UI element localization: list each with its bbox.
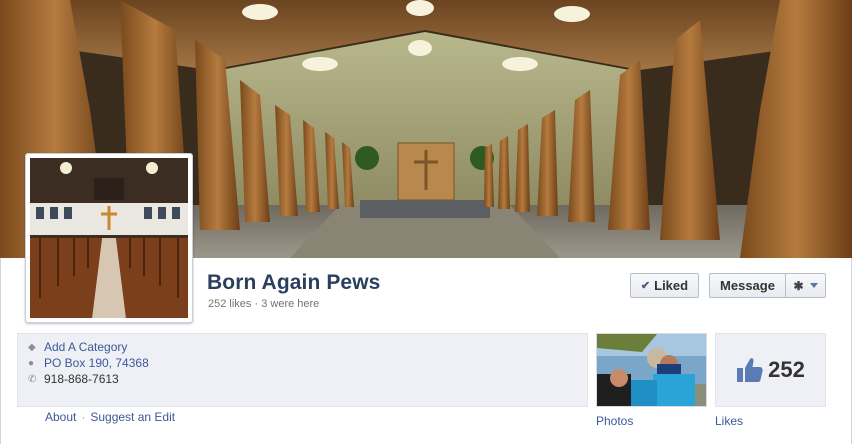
about-links: About · Suggest an Edit: [45, 410, 175, 424]
photos-thumbnail[interactable]: [596, 333, 707, 407]
photos-link[interactable]: Photos: [596, 414, 633, 428]
check-icon: ✔: [640, 280, 651, 292]
page-stats: 252 likes · 3 were here: [208, 298, 319, 310]
settings-dropdown-button[interactable]: ✱: [785, 273, 826, 298]
profile-picture[interactable]: [25, 153, 193, 323]
caret-down-icon: [809, 283, 818, 288]
message-button-label: Message: [720, 278, 775, 293]
likes-count-text: 252 likes: [208, 298, 252, 310]
likes-box[interactable]: 252: [715, 333, 826, 407]
checkins-text: 3 were here: [261, 298, 320, 310]
tag-icon: ◆: [28, 341, 36, 353]
phone-icon: ✆: [28, 373, 37, 385]
message-button[interactable]: Message: [709, 273, 785, 298]
likes-count: 252: [768, 357, 805, 382]
page-info-panel: ◆ Add A Category ● PO Box 190, 74368 ✆ 9…: [17, 333, 588, 407]
page-title: Born Again Pews: [207, 271, 381, 294]
map-pin-icon: ●: [28, 357, 35, 369]
about-link[interactable]: About: [45, 410, 76, 424]
phone-row: ✆ 918-868-7613: [28, 372, 119, 386]
about-separator: ·: [81, 410, 86, 424]
likes-link[interactable]: Likes: [715, 414, 743, 428]
address-link[interactable]: PO Box 190, 74368: [44, 356, 149, 370]
gear-icon: ✱: [793, 278, 804, 293]
suggest-edit-link[interactable]: Suggest an Edit: [90, 410, 175, 424]
add-category-link[interactable]: Add A Category: [44, 340, 127, 354]
phone-number: 918-868-7613: [44, 372, 119, 386]
category-row: ◆ Add A Category: [28, 340, 127, 354]
liked-button[interactable]: ✔ Liked: [630, 273, 699, 298]
stats-separator: ·: [251, 298, 262, 310]
thumbs-up-icon: [737, 358, 763, 382]
address-row: ● PO Box 190, 74368: [28, 356, 149, 370]
liked-button-label: Liked: [654, 278, 689, 293]
